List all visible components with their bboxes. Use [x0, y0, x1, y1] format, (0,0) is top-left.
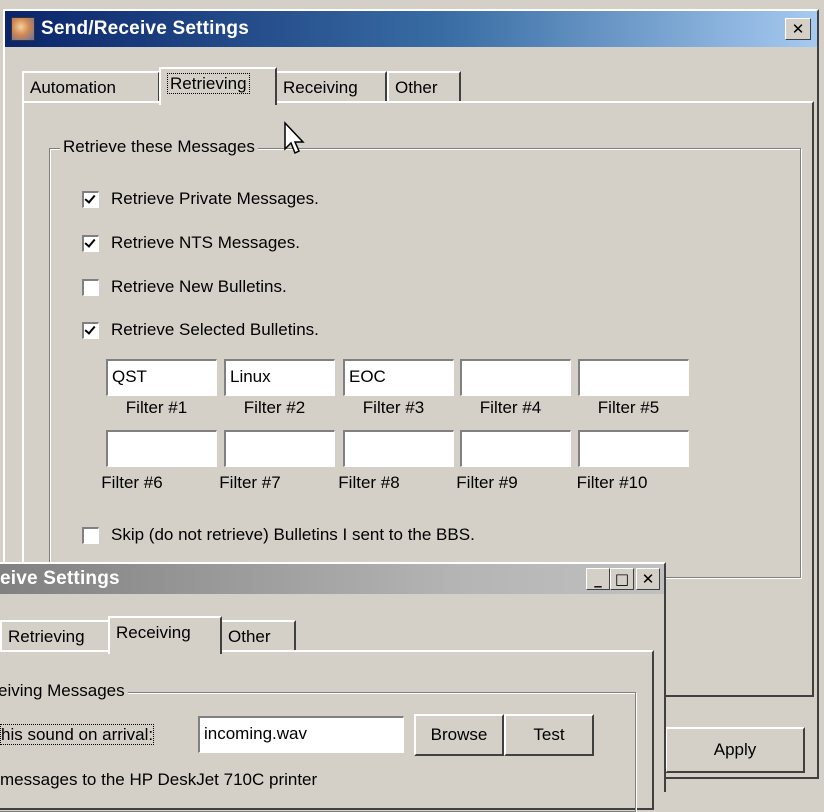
minimize-icon: _	[594, 570, 602, 588]
title-bar[interactable]: eive Settings _ □ ✕	[0, 564, 664, 594]
checkbox-label: Retrieve New Bulletins.	[111, 277, 287, 296]
apply-button-label: Apply	[713, 740, 757, 759]
filter-3-input[interactable]: EOC	[342, 358, 455, 397]
tab-label: Receiving	[116, 623, 191, 642]
filter-1-input[interactable]: QST	[105, 358, 218, 397]
filter-10-input[interactable]	[577, 429, 690, 468]
filter-7-label: Filter #7	[219, 473, 281, 492]
checkbox-box[interactable]	[82, 321, 99, 339]
checkbox-retrieve-new-bulletins[interactable]: Retrieve New Bulletins.	[82, 277, 287, 297]
filter-4-input[interactable]	[459, 358, 572, 397]
tab-label: Retrieving	[8, 627, 85, 646]
browse-button-label: Browse	[430, 725, 488, 744]
maximize-button[interactable]: □	[610, 568, 634, 590]
tab-automation[interactable]: Automation	[22, 71, 160, 103]
minimize-button[interactable]: _	[586, 568, 610, 590]
filter-2-input[interactable]: Linux	[223, 358, 336, 397]
apply-button[interactable]: Apply	[665, 727, 805, 773]
tab-other[interactable]: Other	[387, 71, 461, 103]
sound-label-text: his sound on arrival:	[0, 724, 155, 745]
close-icon: ✕	[641, 570, 655, 588]
filter-8-label: Filter #8	[338, 473, 400, 492]
filter-8-input[interactable]	[342, 429, 455, 468]
mouse-cursor-icon	[284, 121, 305, 155]
filter-6-input[interactable]	[105, 429, 218, 468]
sound-file-input[interactable]: incoming.wav	[197, 715, 405, 754]
checkbox-retrieve-private[interactable]: Retrieve Private Messages.	[82, 189, 319, 209]
checkbox-box[interactable]	[82, 190, 99, 208]
filter-5-label: Filter #5	[597, 398, 660, 417]
filter-5-input[interactable]	[577, 358, 690, 397]
close-button[interactable]: ✕	[785, 18, 811, 40]
tab-label: Automation	[30, 78, 116, 97]
checkbox-box[interactable]	[82, 278, 99, 296]
maximize-icon: □	[614, 570, 630, 588]
checkbox-label: Retrieve Selected Bulletins.	[111, 320, 319, 339]
title-bar[interactable]: Send/Receive Settings ✕	[5, 11, 817, 47]
filter-6-label: Filter #6	[101, 473, 163, 492]
tab-label: Other	[395, 78, 438, 97]
tab-receiving[interactable]: Receiving	[275, 71, 387, 103]
checkbox-label: Retrieve NTS Messages.	[111, 233, 300, 252]
receive-settings-window: eive Settings _ □ ✕ Retrieving Other Rec…	[0, 562, 666, 812]
group-title: Retrieve these Messages	[60, 137, 258, 157]
test-button[interactable]: Test	[504, 714, 594, 756]
test-button-label: Test	[533, 725, 565, 744]
filter-9-input[interactable]	[459, 429, 572, 468]
tab-label: Other	[228, 627, 271, 646]
filter-1-label: Filter #1	[125, 398, 188, 417]
checkbox-retrieve-nts[interactable]: Retrieve NTS Messages.	[82, 233, 300, 253]
checkbox-label: Retrieve Private Messages.	[111, 189, 319, 208]
checkbox-box[interactable]	[82, 526, 99, 544]
filter-2-label: Filter #2	[243, 398, 306, 417]
filter-10-label: Filter #10	[576, 473, 648, 492]
window-title: Send/Receive Settings	[41, 18, 249, 39]
filter-3-label: Filter #3	[362, 398, 425, 417]
filter-7-input[interactable]	[223, 429, 336, 468]
window-title: eive Settings	[0, 568, 120, 589]
checkbox-label: Skip (do not retrieve) Bulletins I sent …	[111, 525, 475, 544]
sound-on-arrival-label: his sound on arrival:	[0, 724, 155, 745]
close-button[interactable]: ✕	[636, 568, 660, 590]
tab-label: Retrieving	[167, 73, 250, 94]
close-icon: ✕	[791, 20, 805, 38]
checkbox-box[interactable]	[82, 234, 99, 252]
app-icon	[11, 17, 35, 41]
tab-label: Receiving	[283, 78, 358, 97]
checkbox-retrieve-selected-bulletins[interactable]: Retrieve Selected Bulletins.	[82, 320, 319, 340]
tab-retrieving[interactable]: Retrieving	[159, 67, 277, 105]
checkbox-skip-own-bulletins[interactable]: Skip (do not retrieve) Bulletins I sent …	[82, 525, 475, 545]
filter-9-label: Filter #9	[456, 473, 518, 492]
filter-4-label: Filter #4	[479, 398, 542, 417]
tab-retrieving[interactable]: Retrieving	[0, 620, 110, 652]
print-messages-label: messages to the HP DeskJet 710C printer	[0, 770, 318, 789]
tab-other[interactable]: Other	[220, 620, 296, 652]
tab-receiving[interactable]: Receiving	[108, 616, 222, 654]
browse-button[interactable]: Browse	[414, 714, 504, 756]
group-title: eiving Messages	[0, 681, 128, 701]
